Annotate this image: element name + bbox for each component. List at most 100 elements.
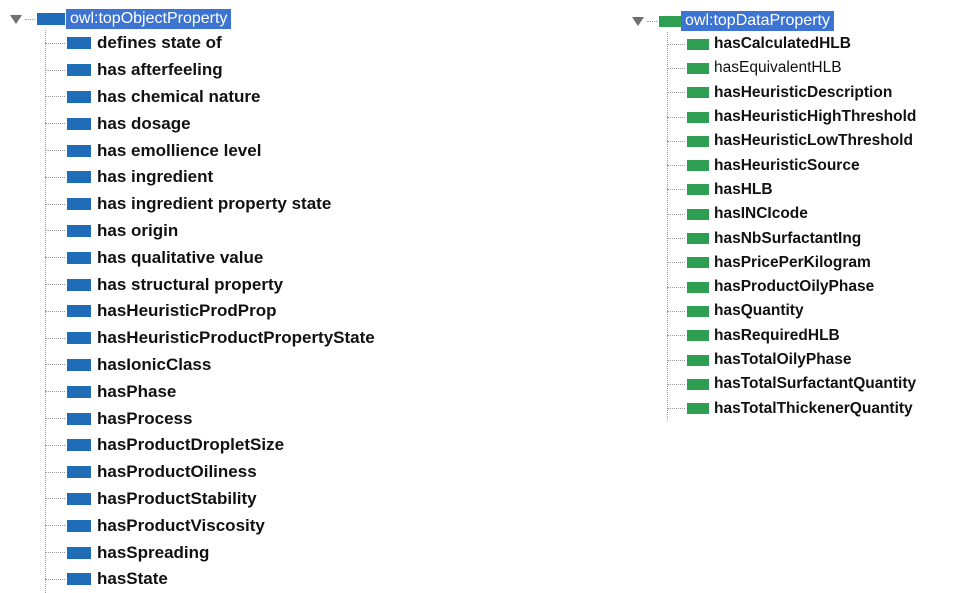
object-property-children: defines state of has afterfeeling has chem… xyxy=(45,30,375,593)
tree-connector xyxy=(667,92,685,94)
object-property-item[interactable]: hasState xyxy=(45,566,375,593)
tree-connector xyxy=(667,286,685,288)
object-property-item-label: hasIonicClass xyxy=(97,354,212,374)
data-property-item[interactable]: hasHeuristicSource xyxy=(667,153,916,177)
object-property-item[interactable]: has ingredient property state xyxy=(45,191,375,218)
tree-connector xyxy=(667,43,685,45)
object-property-item-label: has ingredient property state xyxy=(97,194,332,214)
tree-connector xyxy=(667,262,685,264)
data-property-icon xyxy=(687,208,709,220)
object-property-item[interactable]: hasProductDropletSize xyxy=(45,432,375,459)
object-property-item[interactable]: hasIonicClass xyxy=(45,352,375,379)
object-property-item[interactable]: hasProductStability xyxy=(45,486,375,513)
data-property-item[interactable]: hasHeuristicLowThreshold xyxy=(667,129,916,153)
object-property-item[interactable]: hasPhase xyxy=(45,378,375,405)
data-property-item-label: hasTotalThickenerQuantity xyxy=(714,399,913,417)
object-property-item[interactable]: has ingredient xyxy=(45,164,375,191)
data-property-root[interactable]: owl:topDataProperty xyxy=(632,10,916,32)
tree-connector xyxy=(45,30,46,593)
object-property-item[interactable]: has origin xyxy=(45,218,375,245)
object-property-icon xyxy=(67,332,91,345)
expand-toggle-icon[interactable] xyxy=(10,14,22,24)
object-property-item-label: hasHeuristicProdProp xyxy=(97,301,277,321)
data-property-icon xyxy=(687,184,709,196)
tree-connector xyxy=(45,42,65,44)
object-property-item-label: hasState xyxy=(97,569,168,589)
data-property-item-label: hasNbSurfactantIng xyxy=(714,229,862,247)
tree-connector xyxy=(45,391,65,393)
data-property-item[interactable]: hasCalculatedHLB xyxy=(667,32,916,56)
data-property-icon xyxy=(687,135,709,147)
data-property-item[interactable]: hasHLB xyxy=(667,178,916,202)
object-property-item[interactable]: has chemical nature xyxy=(45,84,375,111)
object-property-item[interactable]: hasHeuristicProdProp xyxy=(45,298,375,325)
tree-connector xyxy=(667,213,685,215)
object-property-root[interactable]: owl:topObjectProperty xyxy=(10,8,375,30)
object-property-item[interactable]: has emollience level xyxy=(45,137,375,164)
object-property-item-label: has qualitative value xyxy=(97,247,264,267)
object-property-item[interactable]: hasSpreading xyxy=(45,539,375,566)
data-property-item[interactable]: hasTotalSurfactantQuantity xyxy=(667,372,916,396)
object-property-item[interactable]: has afterfeeling xyxy=(45,57,375,84)
object-property-item[interactable]: has qualitative value xyxy=(45,244,375,271)
tree-connector xyxy=(45,284,65,286)
tree-connector xyxy=(45,525,65,527)
data-property-item[interactable]: hasTotalThickenerQuantity xyxy=(667,396,916,420)
data-property-icon xyxy=(687,87,709,99)
tree-connector xyxy=(45,203,65,205)
object-property-icon xyxy=(67,64,91,77)
data-property-item[interactable]: hasINCIcode xyxy=(667,202,916,226)
object-property-icon xyxy=(67,305,91,318)
object-property-item-label: has ingredient xyxy=(97,167,214,187)
object-property-item[interactable]: has structural property xyxy=(45,271,375,298)
data-property-item[interactable]: hasQuantity xyxy=(667,299,916,323)
object-property-item[interactable]: hasHeuristicProductPropertyState xyxy=(45,325,375,352)
data-property-item-label: hasHLB xyxy=(714,180,773,198)
tree-connector xyxy=(45,96,65,98)
object-property-item[interactable]: hasProductViscosity xyxy=(45,512,375,539)
tree-connector xyxy=(667,359,685,361)
tree-connector xyxy=(45,498,65,500)
data-property-children: hasCalculatedHLB hasEquivalentHLB hasHeuri… xyxy=(667,32,916,421)
data-property-item[interactable]: hasPricePerKilogram xyxy=(667,251,916,275)
data-property-item[interactable]: hasRequiredHLB xyxy=(667,324,916,348)
object-property-item[interactable]: hasProcess xyxy=(45,405,375,432)
object-property-item-label: has afterfeeling xyxy=(97,60,223,80)
data-property-icon xyxy=(687,160,709,172)
tree-connector xyxy=(45,418,65,420)
data-property-root-label[interactable]: owl:topDataProperty xyxy=(681,11,834,31)
tree-connector xyxy=(25,18,35,20)
data-property-item-label: hasTotalOilyPhase xyxy=(714,351,852,368)
data-property-item-label: hasQuantity xyxy=(714,302,804,320)
object-property-item[interactable]: defines state of xyxy=(45,30,375,57)
tree-connector xyxy=(667,140,685,142)
object-property-icon xyxy=(67,144,91,157)
data-property-item[interactable]: hasTotalOilyPhase xyxy=(667,348,916,372)
data-property-item[interactable]: hasHeuristicDescription xyxy=(667,81,916,105)
data-property-icon xyxy=(659,15,681,27)
object-property-icon xyxy=(37,13,65,25)
data-property-item[interactable]: hasProductOilyPhase xyxy=(667,275,916,299)
object-property-root-label[interactable]: owl:topObjectProperty xyxy=(66,9,232,29)
object-property-icon xyxy=(67,171,91,184)
data-property-icon xyxy=(687,281,709,293)
data-property-item-label: hasCalculatedHLB xyxy=(714,35,851,53)
data-property-item[interactable]: hasNbSurfactantIng xyxy=(667,226,916,250)
data-property-item[interactable]: hasEquivalentHLB xyxy=(667,56,916,80)
data-property-item-label: hasHeuristicSource xyxy=(714,156,860,174)
object-property-item[interactable]: hasProductOiliness xyxy=(45,459,375,486)
data-property-icon xyxy=(687,330,709,342)
tree-connector xyxy=(45,578,65,580)
data-property-item[interactable]: hasHeuristicHighThreshold xyxy=(667,105,916,129)
object-property-icon xyxy=(67,198,91,211)
tree-connector xyxy=(45,337,65,339)
tree-connector xyxy=(667,383,685,385)
object-property-item[interactable]: has dosage xyxy=(45,110,375,137)
data-property-item-label: hasEquivalentHLB xyxy=(714,59,842,77)
object-property-icon xyxy=(67,573,91,586)
tree-connector xyxy=(45,176,65,178)
expand-toggle-icon[interactable] xyxy=(632,16,644,26)
data-property-item-label: hasTotalSurfactantQuantity xyxy=(714,375,917,393)
tree-connector xyxy=(667,189,685,191)
object-property-item-label: hasProductStability xyxy=(97,488,257,508)
